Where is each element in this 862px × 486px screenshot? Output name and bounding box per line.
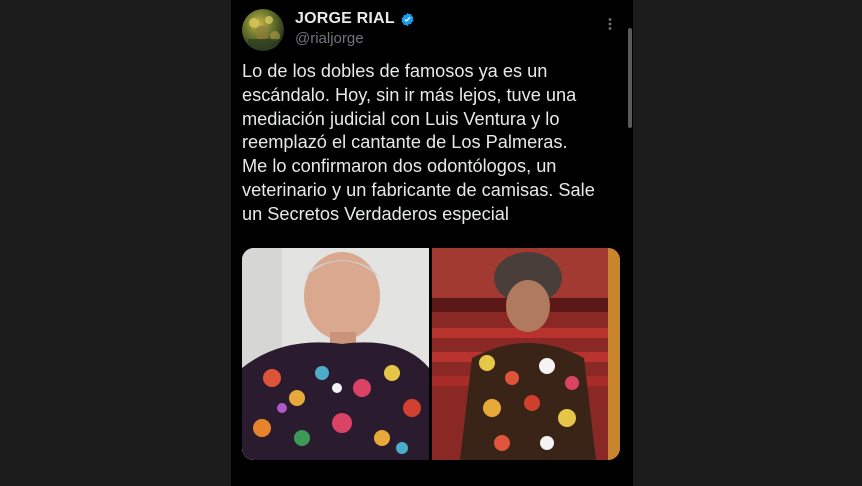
avatar[interactable]: [242, 9, 284, 51]
more-options-icon[interactable]: [603, 17, 617, 31]
avatar-image: [248, 16, 280, 49]
verified-badge-icon: [401, 12, 414, 26]
man-in-floral-shirt-image: [242, 248, 429, 460]
media-photo-right[interactable]: [432, 248, 620, 460]
right-backdrop: [633, 0, 862, 486]
scrollbar[interactable]: [628, 28, 632, 128]
media-photo-left[interactable]: [242, 248, 429, 460]
tweet-text: Lo de los dobles de famosos ya es un esc…: [242, 61, 595, 224]
author-handle[interactable]: @rialjorge: [295, 30, 364, 47]
tweet-media[interactable]: [242, 248, 620, 460]
author-row: JORGE RIAL: [295, 10, 415, 28]
tweet-card: JORGE RIAL @rialjorge Lo de los dobles d…: [231, 0, 633, 486]
author-name[interactable]: JORGE RIAL: [295, 10, 395, 28]
singer-in-theater-image: [432, 248, 620, 460]
left-backdrop: [0, 0, 231, 486]
